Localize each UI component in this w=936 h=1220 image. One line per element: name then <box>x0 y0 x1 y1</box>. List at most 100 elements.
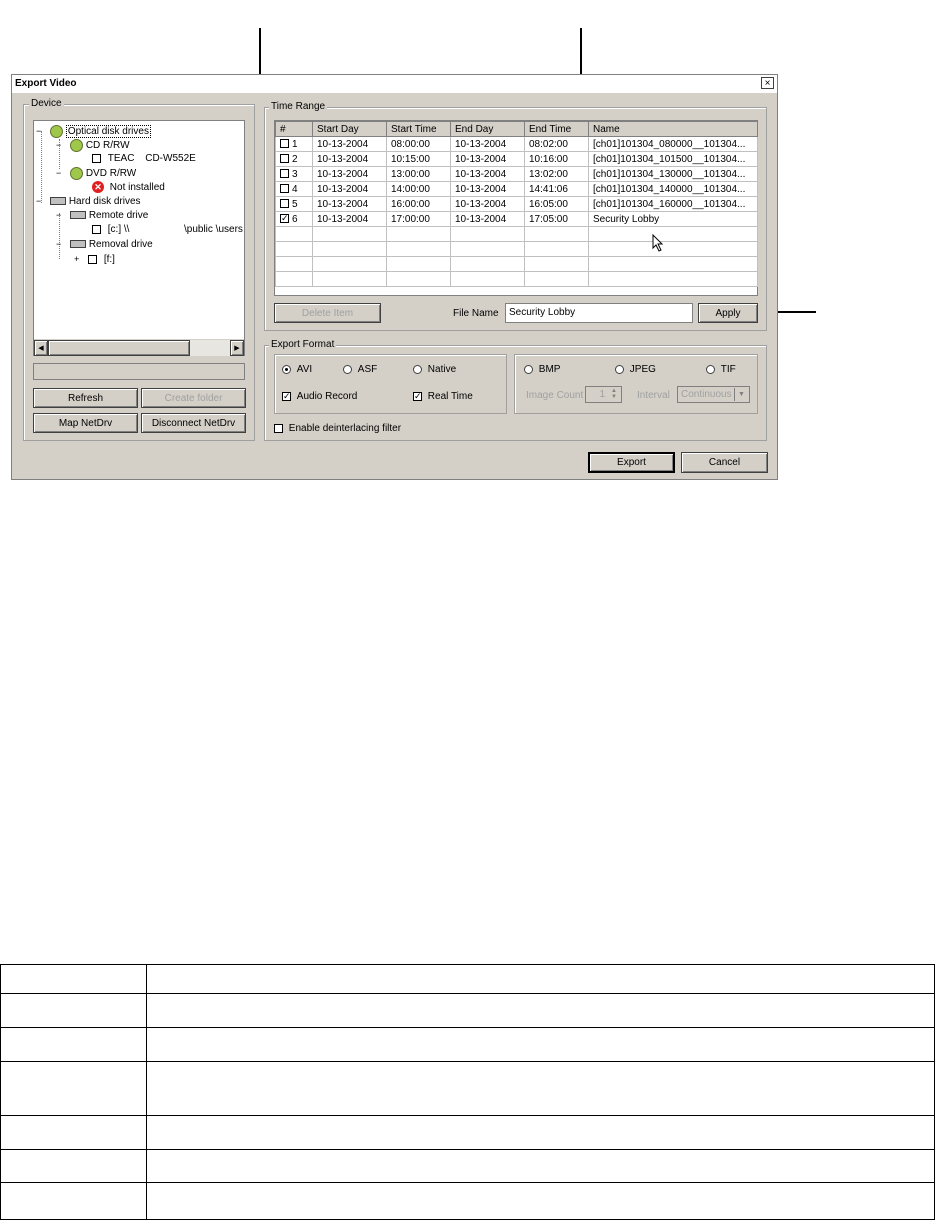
cell-end-day: 10-13-2004 <box>450 136 525 152</box>
apply-button[interactable]: Apply <box>698 303 758 323</box>
table-row[interactable]: 3 10-13-2004 13:00:00 10-13-2004 13:02:00 [ch… <box>275 166 758 182</box>
asf-option[interactable]: ASF <box>343 364 377 375</box>
tree-label-optical: Optical disk drives <box>65 125 151 139</box>
video-format-box <box>274 354 507 414</box>
empty-cell <box>450 241 525 257</box>
collapse-icon[interactable]: − <box>56 140 61 150</box>
tree-label-hdd: Hard disk drives <box>68 196 141 207</box>
table-row[interactable]: ✓ 6 10-13-2004 17:00:00 10-13-2004 17:05:00 Se… <box>275 211 758 227</box>
jpeg-option[interactable]: JPEG <box>615 364 656 375</box>
collapse-icon[interactable]: − <box>36 126 41 136</box>
native-radio[interactable] <box>413 364 422 374</box>
column-header[interactable]: # <box>275 121 313 137</box>
row-checkbox[interactable] <box>280 139 289 149</box>
real-time-checkbox[interactable]: ✓ <box>413 391 422 401</box>
column-header[interactable]: End Time <box>524 121 589 137</box>
bmp-radio[interactable] <box>524 364 533 374</box>
tree-remote-path[interactable]: [c:] \\ \public \users <box>92 224 246 235</box>
table-row[interactable]: 2 10-13-2004 10:15:00 10-13-2004 10:16:00 [ch… <box>275 151 758 167</box>
expand-icon[interactable]: + <box>74 254 79 264</box>
row-checkbox[interactable] <box>280 184 289 194</box>
cell-end-time: 13:02:00 <box>524 166 589 182</box>
row-select-cell[interactable]: 1 <box>275 136 313 152</box>
bmp-option[interactable]: BMP <box>524 364 560 375</box>
removal-item-checkbox[interactable] <box>88 254 98 264</box>
tree-remote[interactable]: − Remote drive <box>56 210 148 221</box>
refresh-button[interactable]: Refresh <box>33 388 138 408</box>
row-select-cell[interactable]: 3 <box>275 166 313 182</box>
row-number: 6 <box>292 213 298 225</box>
export-button[interactable]: Export <box>588 452 675 473</box>
window-title: Export Video <box>15 78 77 89</box>
chevron-down-icon[interactable]: ▼ <box>734 388 748 401</box>
tree-removal[interactable]: − Removal drive <box>56 239 153 250</box>
column-header[interactable]: End Day <box>450 121 525 137</box>
tree-cdrw[interactable]: − CD R/RW <box>56 139 130 152</box>
jpeg-radio[interactable] <box>615 364 624 374</box>
scroll-right-button[interactable]: ▶ <box>230 340 244 356</box>
column-header[interactable]: Name <box>588 121 758 137</box>
empty-cell <box>524 271 589 287</box>
deinterlace-option[interactable]: Enable deinterlacing filter <box>274 423 401 434</box>
device-tree[interactable]: − Optical disk drives − CD R/RW TEAC CD-… <box>33 120 245 356</box>
collapse-icon[interactable]: − <box>56 168 61 178</box>
file-name-input[interactable]: Security Lobby <box>505 303 693 323</box>
disconnect-netdrv-button[interactable]: Disconnect NetDrv <box>141 413 246 433</box>
tree-removal-item[interactable]: + [f:] <box>74 254 115 265</box>
row-select-cell[interactable]: 2 <box>275 151 313 167</box>
table-row[interactable]: 4 10-13-2004 14:00:00 10-13-2004 14:41:06 [ch… <box>275 181 758 197</box>
map-netdrv-button[interactable]: Map NetDrv <box>33 413 138 433</box>
deinterlace-label: Enable deinterlacing filter <box>288 423 402 434</box>
column-header[interactable]: Start Day <box>312 121 387 137</box>
create-folder-button[interactable]: Create folder <box>141 388 246 408</box>
empty-cell <box>450 226 525 242</box>
table-row[interactable]: 1 10-13-2004 08:00:00 10-13-2004 08:02:00 [ch… <box>275 136 758 152</box>
delete-item-button[interactable]: Delete Item <box>274 303 381 323</box>
scroll-thumb[interactable] <box>48 340 190 356</box>
empty-cell <box>588 241 758 257</box>
tif-radio[interactable] <box>706 364 715 374</box>
real-time-option[interactable]: ✓ Real Time <box>413 391 473 402</box>
file-name-label: File Name <box>453 308 499 319</box>
avi-option[interactable]: AVI <box>282 364 312 375</box>
image-count-stepper[interactable]: 1 ▲ ▼ <box>585 386 622 403</box>
image-count-label: Image Count <box>526 390 584 401</box>
cell-start-time: 17:00:00 <box>386 211 451 227</box>
cell-name: Security Lobby <box>588 211 758 227</box>
row-select-cell[interactable]: 5 <box>275 196 313 212</box>
tree-optical[interactable]: − Optical disk drives <box>36 125 151 139</box>
asf-radio[interactable] <box>343 364 352 374</box>
collapse-icon[interactable]: − <box>36 196 41 206</box>
teac-checkbox[interactable] <box>92 153 101 163</box>
empty-cell <box>386 226 451 242</box>
spin-arrows-icon[interactable]: ▲ ▼ <box>608 388 620 401</box>
interval-select[interactable]: Continuous ▼ <box>677 386 750 403</box>
avi-radio[interactable] <box>282 364 291 374</box>
tree-not-installed: ✕ Not installed <box>92 181 165 193</box>
tree-dvdrw[interactable]: − DVD R/RW <box>56 167 136 180</box>
collapse-icon[interactable]: − <box>56 210 61 220</box>
scroll-left-button[interactable]: ◀ <box>34 340 48 356</box>
row-checkbox[interactable]: ✓ <box>280 214 289 224</box>
table-row <box>0 1149 935 1183</box>
audio-record-option[interactable]: ✓ Audio Record <box>282 391 357 402</box>
real-time-label: Real Time <box>427 391 473 402</box>
row-select-cell[interactable]: 4 <box>275 181 313 197</box>
row-checkbox[interactable] <box>280 169 289 179</box>
deinterlace-checkbox[interactable] <box>274 423 283 433</box>
tree-hdd[interactable]: − Hard disk drives <box>36 196 141 207</box>
cancel-button[interactable]: Cancel <box>681 452 768 473</box>
column-header[interactable]: Start Time <box>386 121 451 137</box>
row-checkbox[interactable] <box>280 154 289 164</box>
close-button[interactable]: × <box>761 77 774 89</box>
collapse-icon[interactable]: − <box>56 239 61 249</box>
row-select-cell[interactable]: ✓ 6 <box>275 211 313 227</box>
native-option[interactable]: Native <box>413 364 456 375</box>
tree-horizontal-scrollbar[interactable]: ◀ ▶ <box>34 339 244 356</box>
remote-path-checkbox[interactable] <box>92 224 101 234</box>
tif-option[interactable]: TIF <box>706 364 736 375</box>
audio-record-checkbox[interactable]: ✓ <box>282 391 291 401</box>
row-checkbox[interactable] <box>280 199 289 209</box>
tree-teac[interactable]: TEAC CD-W552E <box>92 153 196 164</box>
table-row[interactable]: 5 10-13-2004 16:00:00 10-13-2004 16:05:00 [ch… <box>275 196 758 212</box>
